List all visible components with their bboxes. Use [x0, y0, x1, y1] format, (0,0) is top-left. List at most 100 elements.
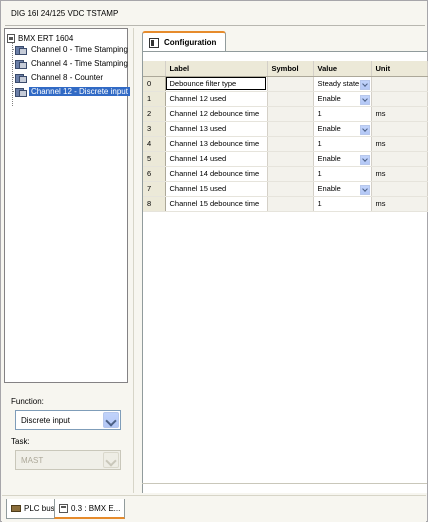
column-header-index	[143, 61, 166, 77]
panel-divider	[142, 483, 427, 484]
tree-item-channel-4[interactable]: Channel 4 - Time Stamping	[15, 58, 130, 69]
row-value-input[interactable]: 1	[313, 106, 372, 122]
channel-icon	[15, 87, 27, 97]
column-header-symbol[interactable]: Symbol	[267, 61, 314, 77]
tab-configuration[interactable]: Configuration	[142, 31, 226, 52]
row-label[interactable]: Channel 12 used	[165, 91, 268, 107]
title-divider	[5, 25, 425, 26]
tree-item-label: Channel 8 - Counter	[31, 73, 104, 82]
table-row: 8 Channel 15 debounce time 1 ms	[143, 196, 428, 212]
tree-item-channel-12[interactable]: Channel 12 - Discrete input	[15, 86, 130, 97]
configuration-icon	[149, 37, 159, 48]
channel-icon	[15, 59, 27, 69]
chevron-down-icon[interactable]	[359, 125, 370, 135]
tab-configuration-label: Configuration	[164, 38, 217, 47]
row-index: 4	[143, 136, 166, 152]
tab-module[interactable]: 0.3 : BMX E...	[54, 499, 126, 519]
row-symbol[interactable]	[267, 136, 314, 152]
table-row: 6 Channel 14 debounce time 1 ms	[143, 166, 428, 182]
row-unit	[371, 151, 428, 167]
row-label[interactable]: Channel 14 used	[165, 151, 268, 167]
row-symbol[interactable]	[267, 91, 314, 107]
row-index: 5	[143, 151, 166, 167]
row-index: 0	[143, 76, 166, 92]
tree-connector-line	[12, 43, 13, 106]
tree-item-channel-8[interactable]: Channel 8 - Counter	[15, 72, 105, 83]
function-select[interactable]: Discrete input	[15, 410, 121, 430]
row-value-select[interactable]: Enable	[313, 91, 372, 107]
chevron-down-icon[interactable]	[359, 155, 370, 165]
function-select-value: Discrete input	[21, 416, 70, 425]
row-value-select[interactable]: Enable	[313, 181, 372, 197]
table-row: 5 Channel 14 used Enable	[143, 151, 428, 167]
row-unit	[371, 181, 428, 197]
row-symbol[interactable]	[267, 181, 314, 197]
tab-plc-bus-label: PLC bus	[24, 504, 55, 513]
column-header-unit[interactable]: Unit	[371, 61, 428, 77]
function-label: Function:	[11, 397, 44, 406]
row-index: 3	[143, 121, 166, 137]
row-value-select[interactable]: Steady state	[313, 76, 372, 92]
row-index: 2	[143, 106, 166, 122]
row-value-select[interactable]: Enable	[313, 121, 372, 137]
parameter-grid: Label Symbol Value Unit 0 Debounce filte…	[143, 61, 428, 251]
row-value: Steady state	[317, 79, 360, 88]
channel-icon	[15, 45, 27, 55]
row-label[interactable]: Channel 13 used	[165, 121, 268, 137]
row-value: Enable	[317, 154, 341, 163]
tree-root[interactable]: BMX ERT 1604	[7, 33, 73, 43]
column-header-label[interactable]: Label	[165, 61, 268, 77]
table-row: 7 Channel 15 used Enable	[143, 181, 428, 197]
row-label[interactable]: Channel 15 used	[165, 181, 268, 197]
row-index: 7	[143, 181, 166, 197]
chevron-down-icon[interactable]	[359, 80, 370, 90]
row-value-input[interactable]: 1	[313, 136, 372, 152]
row-value: Enable	[317, 94, 341, 103]
row-symbol[interactable]	[267, 76, 314, 92]
chevron-down-icon[interactable]	[103, 412, 119, 428]
table-row: 1 Channel 12 used Enable	[143, 91, 428, 107]
task-select-value: MAST	[21, 456, 44, 465]
row-unit: ms	[371, 106, 428, 122]
window-title: DIG 16I 24/125 VDC TSTAMP	[2, 2, 426, 24]
tree-item-channel-0[interactable]: Channel 0 - Time Stamping	[15, 44, 130, 55]
parameter-table: Label Symbol Value Unit 0 Debounce filte…	[143, 61, 428, 212]
row-value-input[interactable]: 1	[313, 166, 372, 182]
column-header-value[interactable]: Value	[313, 61, 372, 77]
row-unit: ms	[371, 136, 428, 152]
chevron-down-icon[interactable]	[359, 95, 370, 105]
module-icon	[7, 33, 15, 43]
module-icon	[59, 503, 68, 513]
row-value-select[interactable]: Enable	[313, 151, 372, 167]
tree-item-label: Channel 12 - Discrete input	[29, 87, 130, 96]
row-index: 8	[143, 196, 166, 212]
function-panel: Function: Discrete input Task: MAST	[4, 385, 128, 493]
bottom-tab-bar: PLC bus 0.3 : BMX E...	[2, 495, 426, 522]
row-label[interactable]: Channel 13 debounce time	[165, 136, 268, 152]
row-value-input[interactable]: 1	[313, 196, 372, 212]
row-unit	[371, 121, 428, 137]
row-label[interactable]: Channel 14 debounce time	[165, 166, 268, 182]
row-index: 6	[143, 166, 166, 182]
row-symbol[interactable]	[267, 151, 314, 167]
tree-item-label: Channel 0 - Time Stamping	[31, 45, 128, 54]
row-symbol[interactable]	[267, 121, 314, 137]
row-unit	[371, 76, 428, 92]
row-symbol[interactable]	[267, 196, 314, 212]
tree-root-label: BMX ERT 1604	[18, 33, 74, 43]
configuration-panel: Configuration Label Symbol Value Unit 0 …	[133, 28, 428, 493]
row-label[interactable]: Debounce filter type	[165, 76, 268, 92]
plc-bus-icon	[11, 505, 21, 512]
channel-icon	[15, 73, 27, 83]
row-label[interactable]: Channel 15 debounce time	[165, 196, 268, 212]
table-row: 2 Channel 12 debounce time 1 ms	[143, 106, 428, 122]
row-unit	[371, 91, 428, 107]
row-label[interactable]: Channel 12 debounce time	[165, 106, 268, 122]
row-value: Enable	[317, 124, 341, 133]
row-symbol[interactable]	[267, 166, 314, 182]
task-label: Task:	[11, 437, 30, 446]
tab-plc-bus[interactable]: PLC bus	[6, 499, 60, 519]
row-symbol[interactable]	[267, 106, 314, 122]
module-tree: BMX ERT 1604 Channel 0 - Time Stamping C…	[4, 28, 130, 383]
chevron-down-icon[interactable]	[359, 185, 370, 195]
